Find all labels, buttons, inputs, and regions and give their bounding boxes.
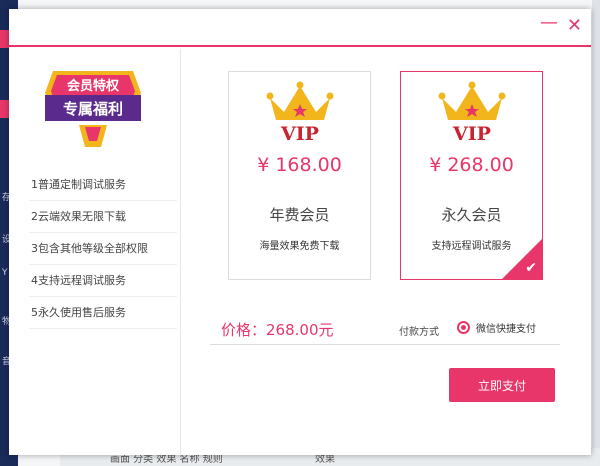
radio-selected-icon[interactable] [457,321,470,334]
plan-price: ¥ 268.00 [429,154,514,176]
benefit-item: 5永久使用售后服务 [29,297,177,329]
plan-description: 海量效果免费下载 [259,241,340,252]
plan-name: 永久会员 [441,206,502,224]
payment-option-label: 微信快捷支付 [476,324,536,335]
plan-card-annual[interactable]: VIP ¥ 168.00 年费会员 海量效果免费下载 [228,71,371,280]
benefit-item: 1普通定制调试服务 [29,169,177,201]
payment-method-label: 付款方式 [399,327,439,338]
benefit-item: 3包含其他等级全部权限 [29,233,177,265]
benefit-item: 2云端效果无限下载 [29,201,177,233]
plan-card-lifetime[interactable]: VIP ¥ 268.00 永久会员 支持远程调试服务 ✔ [400,71,543,280]
benefit-item: 4支持远程调试服务 [29,265,177,297]
vip-label: VIP [280,123,319,142]
member-privilege-badge: 会员特权 专属福利 [45,71,141,147]
background-scroll-edge [592,0,600,466]
checkmark-icon: ✔ [525,260,537,276]
vip-purchase-dialog: — ✕ 会员特权 专属福利 1普通定制调试服务 2云端效果无限下载 3包含其他等… [9,9,591,455]
vip-crown-icon: VIP [266,81,334,142]
close-button[interactable]: ✕ [567,17,582,35]
dialog-header: — ✕ [9,9,591,47]
background-text: Y [2,268,8,278]
benefit-list: 1普通定制调试服务 2云端效果无限下载 3包含其他等级全部权限 4支持远程调试服… [29,169,177,329]
divider [210,344,560,345]
vip-label: VIP [452,123,491,142]
minimize-button[interactable]: — [540,14,558,32]
payment-option-wechat[interactable]: 微信快捷支付 [457,320,536,335]
benefits-panel: 会员特权 专属福利 1普通定制调试服务 2云端效果无限下载 3包含其他等级全部权… [9,49,181,455]
badge-line2: 专属福利 [63,100,123,118]
badge-line1: 会员特权 [67,78,120,94]
plan-price: ¥ 168.00 [257,154,342,176]
vip-crown-icon: VIP [438,81,506,142]
plan-name: 年费会员 [269,206,330,224]
total-price: 价格：268.00元 [221,321,334,339]
pay-now-button[interactable]: 立即支付 [449,368,555,402]
